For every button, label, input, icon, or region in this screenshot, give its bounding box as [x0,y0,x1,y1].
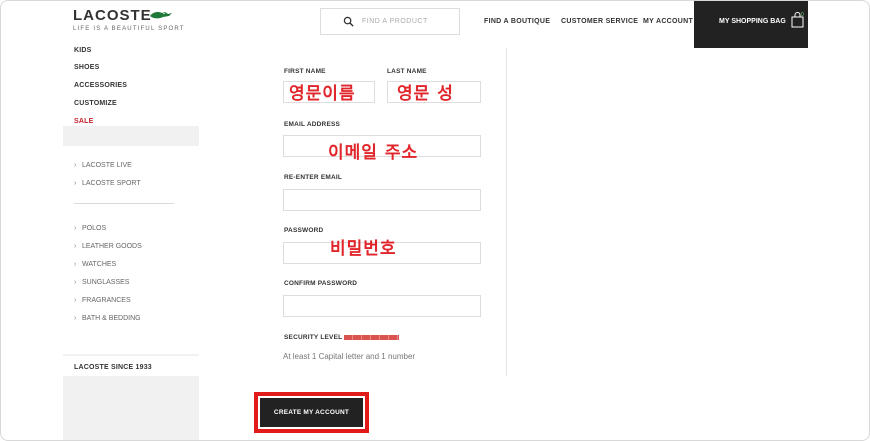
chevron-right-icon: › [74,225,77,232]
chevron-right-icon: › [74,243,77,250]
sidebar-item-accessories[interactable]: ACCESSORIES [74,82,127,89]
chevron-right-icon: › [74,261,77,268]
first-name-annotation: 영문이름 [289,84,356,104]
confirm-password-field[interactable] [283,295,481,317]
site-header: LACOSTE LIFE IS A BEAUTIFUL SPORT FIND A… [63,1,808,48]
sidebar-item-sale[interactable]: SALE [74,118,93,125]
sidebar-item-leather-goods[interactable]: › LEATHER GOODS [74,243,142,250]
shopping-bag-button[interactable]: MY SHOPPING BAG 0 [694,1,808,48]
security-level-label: SECURITY LEVEL [284,334,343,341]
sidebar-item-fragrances[interactable]: › FRAGRANCES [74,297,131,304]
chevron-right-icon: › [74,180,77,187]
email-annotation: 이메일 주소 [328,143,419,163]
chevron-right-icon: › [74,297,77,304]
sidebar-item-label: LEATHER GOODS [82,243,142,250]
chevron-right-icon: › [74,162,77,169]
brand-tagline: LIFE IS A BEAUTIFUL SPORT [73,26,185,32]
last-name-label: LAST NAME [387,68,427,75]
sidebar-item-bath-bedding[interactable]: › BATH & BEDDING [74,315,141,322]
sidebar-item-customize[interactable]: CUSTOMIZE [74,100,117,107]
chevron-right-icon: › [74,315,77,322]
sidebar-item-label: SUNGLASSES [82,279,130,286]
bag-count: 0 [801,12,804,18]
nav-my-account[interactable]: MY ACCOUNT [643,18,693,25]
sidebar-item-since-1933[interactable]: LACOSTE SINCE 1933 [74,364,152,371]
sidebar-item-polos[interactable]: › POLOS [74,225,106,232]
email-label: EMAIL ADDRESS [284,121,341,128]
sidebar-item-watches[interactable]: › WATCHES [74,261,116,268]
security-level-meter [344,335,399,340]
reenter-email-label: RE-ENTER EMAIL [284,174,343,181]
chevron-right-icon: › [74,279,77,286]
password-hint: At least 1 Capital letter and 1 number [283,352,416,361]
sidebar-item-label: FRAGRANCES [82,297,131,304]
password-annotation: 비밀번호 [330,239,397,259]
shopping-bag-label: MY SHOPPING BAG [719,18,786,25]
sidebar-divider [74,203,174,204]
sidebar-item-shoes[interactable]: SHOES [74,64,100,71]
sidebar-item-label: BATH & BEDDING [82,315,141,322]
first-name-label: FIRST NAME [284,68,326,75]
sidebar-item-label: LACOSTE SPORT [82,180,141,187]
sidebar-item-kids[interactable]: KIDS [74,47,92,54]
shopping-bag-icon: 0 [791,12,804,28]
nav-find-boutique[interactable]: FIND A BOUTIQUE [484,18,550,25]
crocodile-logo-icon [150,12,172,19]
sidebar-item-label: POLOS [82,225,107,232]
search-box[interactable]: FIND A PRODUCT [320,8,460,35]
confirm-password-label: CONFIRM PASSWORD [284,280,358,287]
sidebar-item-sunglasses[interactable]: › SUNGLASSES [74,279,129,286]
sidebar-item-label: LACOSTE LIVE [82,162,132,169]
sidebar-item-lacoste-sport[interactable]: › LACOSTE SPORT [74,180,141,187]
sidebar-item-lacoste-live[interactable]: › LACOSTE LIVE [74,162,132,169]
sidebar: KIDS SHOES ACCESSORIES CUSTOMIZE SALE › L… [63,47,199,440]
search-input[interactable]: FIND A PRODUCT [362,18,428,25]
create-account-button[interactable]: CREATE MY ACCOUNT [260,398,363,427]
reenter-email-field[interactable] [283,189,481,211]
browser-frame: LACOSTE LIFE IS A BEAUTIFUL SPORT FIND A… [0,0,870,441]
search-icon [343,16,354,27]
sidebar-category-panel [63,146,199,354]
sidebar-item-label: WATCHES [82,261,117,268]
password-label: PASSWORD [284,227,324,234]
nav-customer-service[interactable]: CUSTOMER SERVICE [561,18,638,25]
brand-logo[interactable]: LACOSTE [73,7,152,24]
last-name-annotation: 영문 성 [397,84,454,104]
